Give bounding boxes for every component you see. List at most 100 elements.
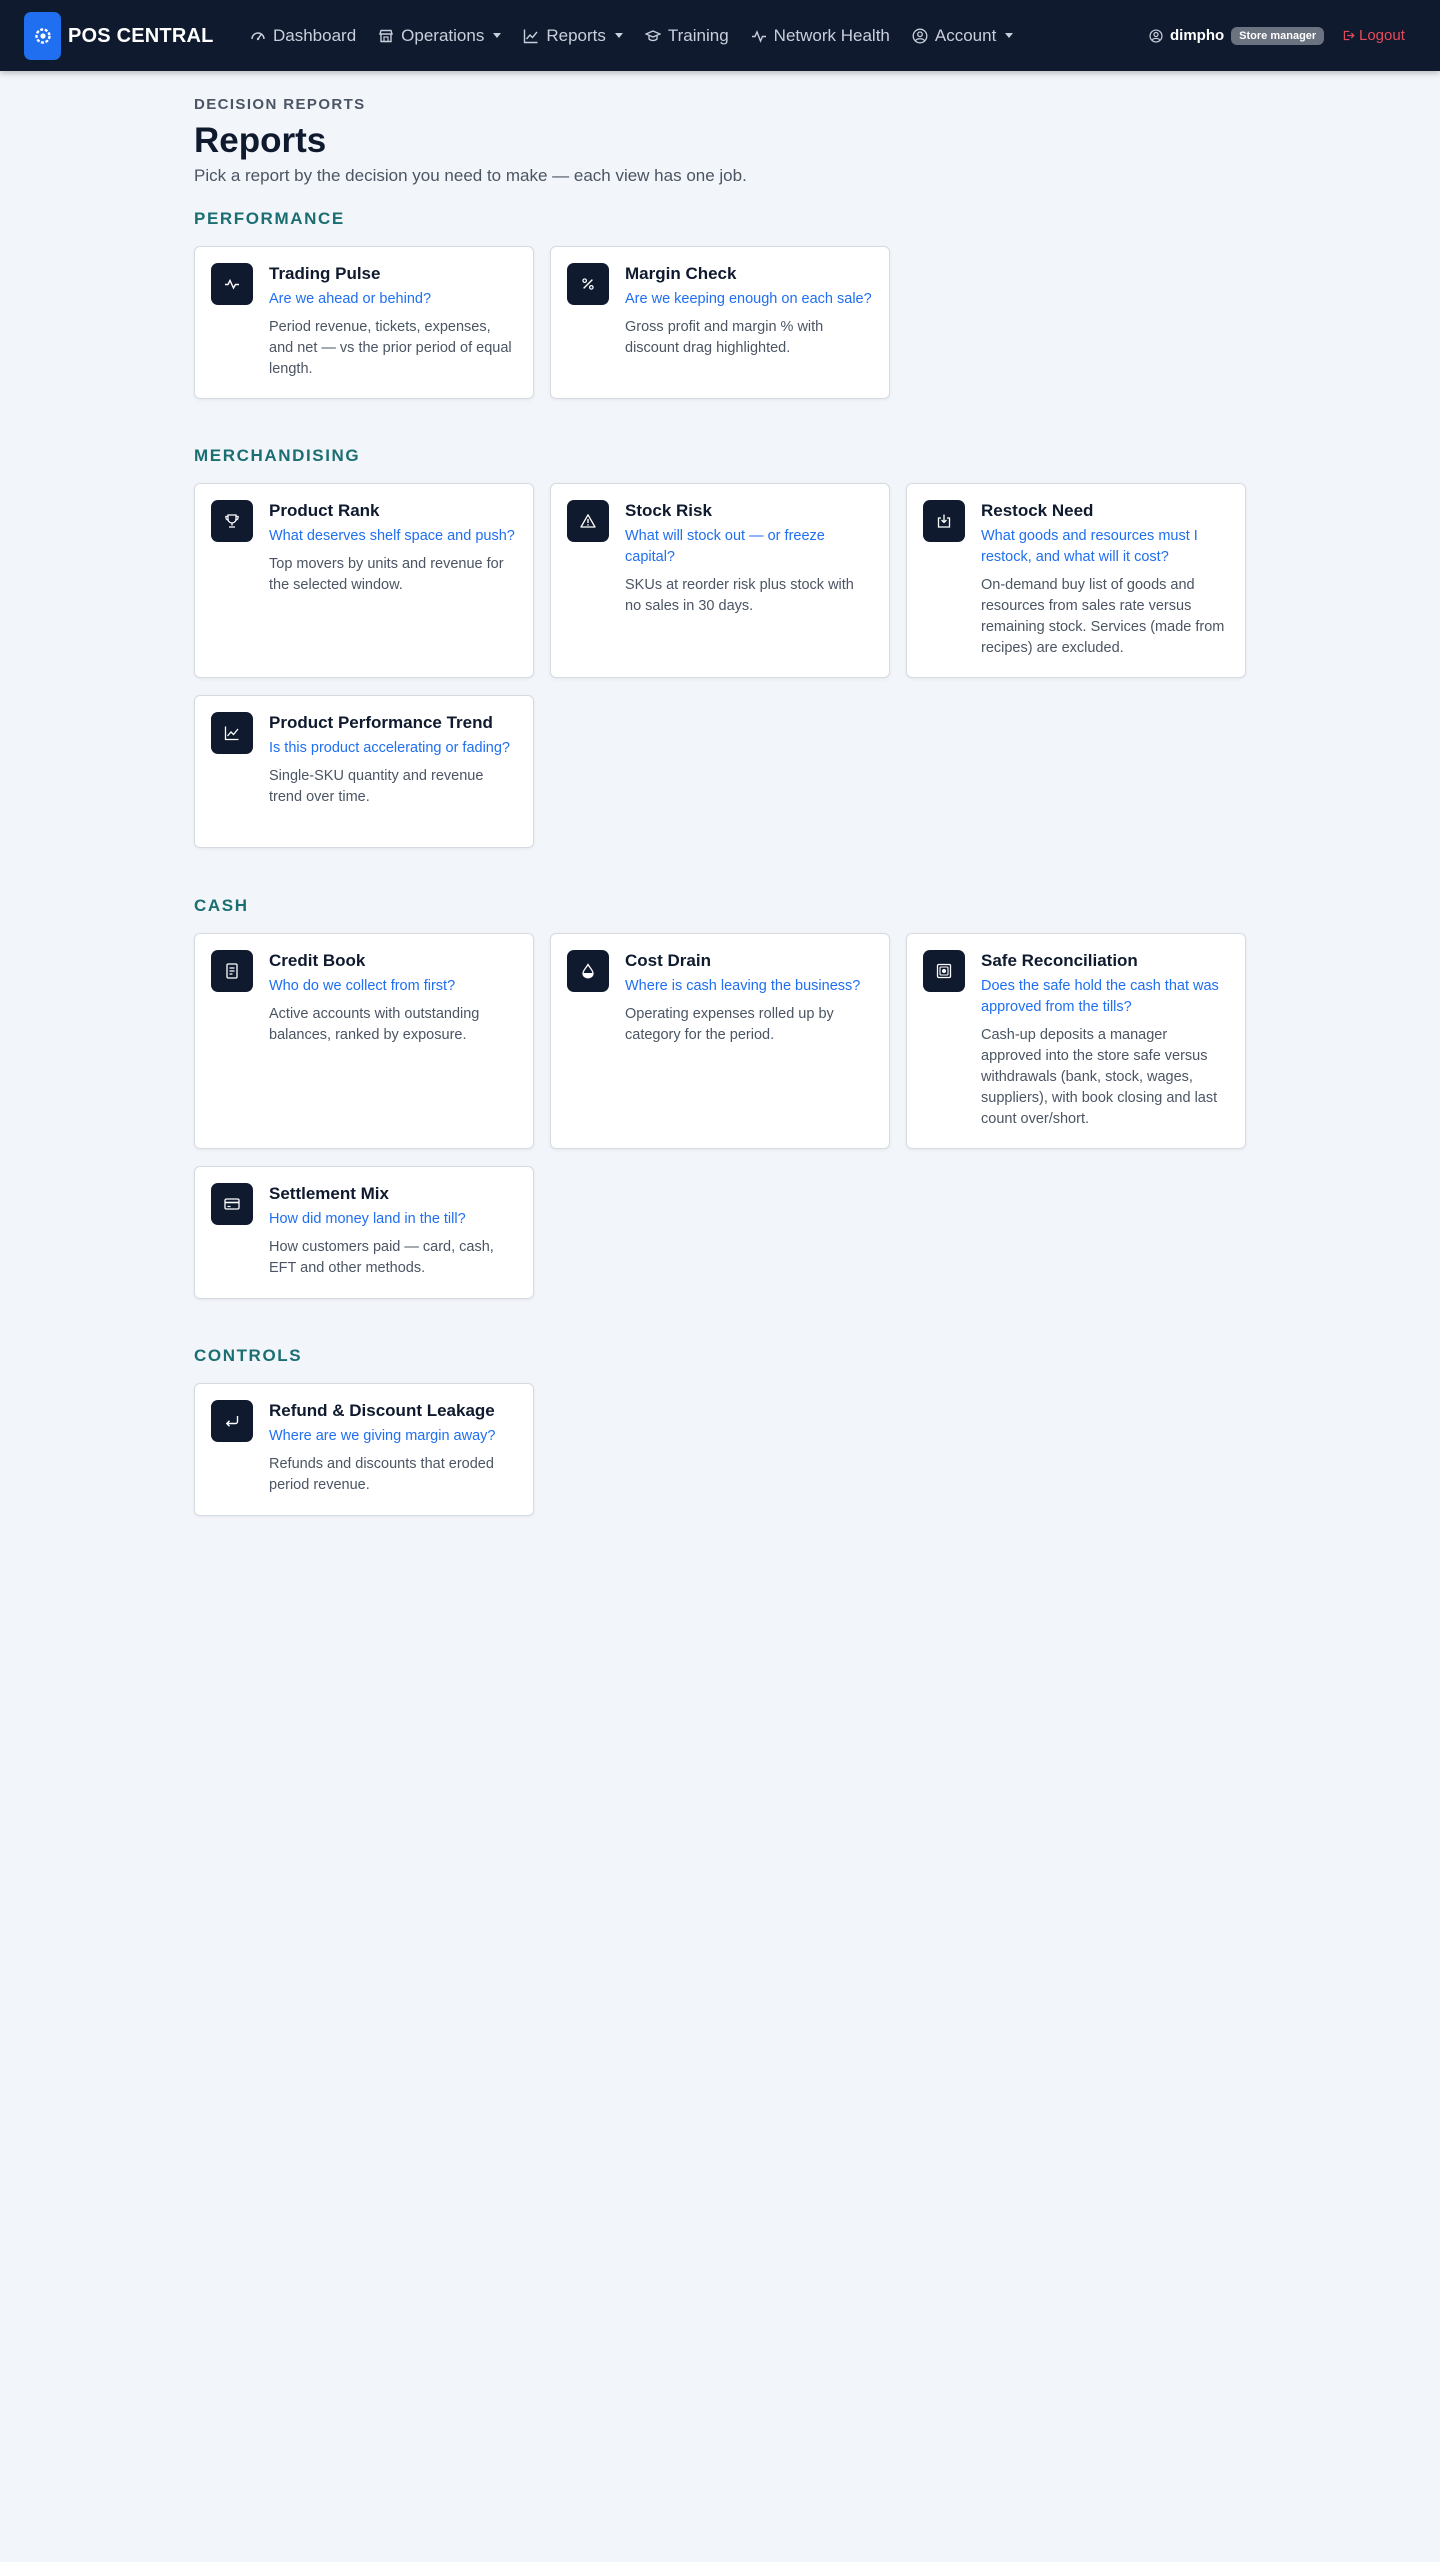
brand-name: POS CENTRAL (68, 24, 214, 47)
card-question: What deserves shelf space and push? (269, 528, 515, 544)
trophy-icon (211, 500, 253, 542)
card-description: Operating expenses rolled up by category… (625, 1006, 834, 1043)
card-title: Trading Pulse (269, 264, 381, 283)
credit-card-icon (211, 1183, 253, 1225)
card-title: Cost Drain (625, 951, 711, 970)
page-eyebrow: DECISION REPORTS (194, 96, 366, 113)
card-question: Where are we giving margin away? (269, 1428, 496, 1444)
card-title: Product Rank (269, 501, 380, 520)
card-title: Safe Reconciliation (981, 951, 1138, 970)
return-arrow-icon (211, 1400, 253, 1442)
nav-training-label: Training (667, 25, 729, 45)
report-card-stock-risk[interactable]: Stock Risk What will stock out — or free… (550, 483, 890, 678)
top-navbar: POS CENTRAL Dashboard Operations Reports… (0, 0, 1440, 71)
card-description: Period revenue, tickets, expenses, and n… (269, 319, 512, 377)
card-question: Who do we collect from first? (269, 978, 456, 994)
card-description: Top movers by units and revenue for the … (269, 556, 504, 593)
section-title: PERFORMANCE (194, 209, 345, 228)
card-description: Gross profit and margin % with discount … (625, 319, 824, 356)
droplet-icon (567, 950, 609, 992)
card-question: Does the safe hold the cash that was app… (981, 978, 1219, 1015)
nav-account-label: Account (934, 25, 997, 45)
card-title: Margin Check (625, 264, 737, 283)
card-question: Are we ahead or behind? (269, 291, 432, 307)
section-controls: CONTROLS Refund & Discount Leakage Where… (194, 1346, 1246, 1516)
card-question: Where is cash leaving the business? (625, 978, 861, 994)
section-title: MERCHANDISING (194, 446, 361, 465)
card-question: What goods and resources must I restock,… (981, 528, 1198, 565)
report-card-cost-drain[interactable]: Cost Drain Where is cash leaving the bus… (550, 933, 890, 1149)
warning-triangle-icon (567, 500, 609, 542)
card-description: How customers paid — card, cash, EFT and… (269, 1239, 494, 1276)
main-nav: Dashboard Operations Reports Training Ne… (250, 0, 1035, 71)
nav-dashboard-label: Dashboard (273, 25, 357, 45)
report-card-restock-need[interactable]: Restock Need What goods and resources mu… (906, 483, 1246, 678)
report-card-product-rank[interactable]: Product Rank What deserves shelf space a… (194, 483, 534, 678)
card-question: Are we keeping enough on each sale? (625, 291, 872, 307)
brand[interactable]: POS CENTRAL (24, 12, 214, 60)
section-merchandising: MERCHANDISING Product Rank What deserves… (194, 446, 1246, 848)
card-question: Is this product accelerating or fading? (269, 740, 510, 756)
chevron-down-icon (614, 33, 623, 38)
card-description: SKUs at reorder risk plus stock with no … (625, 577, 854, 614)
page-title: Reports (194, 121, 327, 160)
role-badge: Store manager (1231, 26, 1325, 45)
card-title: Refund & Discount Leakage (269, 1401, 495, 1420)
card-description: Single-SKU quantity and revenue trend ov… (269, 768, 484, 805)
nav-operations[interactable]: Operations (378, 25, 502, 46)
report-card-credit-book[interactable]: Credit Book Who do we collect from first… (194, 933, 534, 1149)
chevron-down-icon (493, 33, 502, 38)
speedometer-icon (251, 31, 265, 40)
section-title: CONTROLS (194, 1346, 303, 1365)
activity-icon (211, 263, 253, 305)
card-title: Product Performance Trend (269, 713, 493, 732)
box-arrow-in-icon (923, 500, 965, 542)
page-subtitle: Pick a report by the decision you need t… (194, 166, 747, 185)
card-question: What will stock out — or freeze capital? (625, 528, 825, 565)
chevron-down-icon (1005, 33, 1014, 38)
card-title: Settlement Mix (269, 1184, 389, 1203)
card-title: Restock Need (981, 501, 1094, 520)
logout-button[interactable]: Logout (1342, 0, 1405, 71)
section-cash: CASH Credit Book Who do we collect from … (194, 896, 1246, 1299)
page-header: DECISION REPORTS Reports Pick a report b… (194, 96, 1246, 186)
activity-icon (751, 29, 766, 43)
nav-dashboard[interactable]: Dashboard (250, 26, 356, 46)
card-description: Cash-up deposits a manager approved into… (981, 1027, 1218, 1127)
card-title: Stock Risk (625, 501, 712, 520)
logout-icon (1343, 30, 1355, 41)
percent-icon (567, 263, 609, 305)
nav-reports[interactable]: Reports (523, 26, 623, 46)
section-performance: PERFORMANCE Trading Pulse Are we ahead o… (194, 209, 1246, 399)
user-info: dimpho Store manager (1149, 0, 1325, 71)
report-card-safe-reconciliation[interactable]: Safe Reconciliation Does the safe hold t… (906, 933, 1246, 1149)
graph-up-icon (211, 712, 253, 754)
report-card-product-performance-trend[interactable]: Product Performance Trend Is this produc… (194, 695, 534, 848)
mortarboard-icon (644, 29, 661, 41)
person-circle-icon (1149, 28, 1163, 43)
logout-label: Logout (1359, 27, 1405, 44)
nav-reports-label: Reports (546, 25, 606, 45)
card-question: How did money land in the till? (269, 1211, 466, 1227)
card-description: On-demand buy list of goods and resource… (981, 577, 1225, 656)
journal-icon (211, 950, 253, 992)
card-title: Credit Book (269, 951, 366, 970)
nav-operations-label: Operations (401, 25, 485, 45)
nav-network-health-label: Network Health (773, 25, 890, 45)
nav-network-health[interactable]: Network Health (751, 26, 890, 46)
shop-icon (379, 29, 394, 42)
brand-logo-icon (24, 12, 61, 60)
report-card-trading-pulse[interactable]: Trading Pulse Are we ahead or behind? Pe… (194, 246, 534, 399)
report-card-refund-discount-leakage[interactable]: Refund & Discount Leakage Where are we g… (194, 1383, 534, 1516)
user-name: dimpho (1170, 27, 1225, 44)
card-description: Active accounts with outstanding balance… (269, 1006, 480, 1043)
report-card-settlement-mix[interactable]: Settlement Mix How did money land in the… (194, 1166, 534, 1299)
person-circle-icon (912, 28, 928, 43)
safe-icon (923, 950, 965, 992)
graph-up-icon (524, 29, 538, 43)
nav-training[interactable]: Training (644, 25, 729, 46)
report-card-margin-check[interactable]: Margin Check Are we keeping enough on ea… (550, 246, 890, 399)
card-description: Refunds and discounts that eroded period… (269, 1456, 494, 1493)
nav-account[interactable]: Account (912, 25, 1014, 46)
section-title: CASH (194, 896, 249, 915)
